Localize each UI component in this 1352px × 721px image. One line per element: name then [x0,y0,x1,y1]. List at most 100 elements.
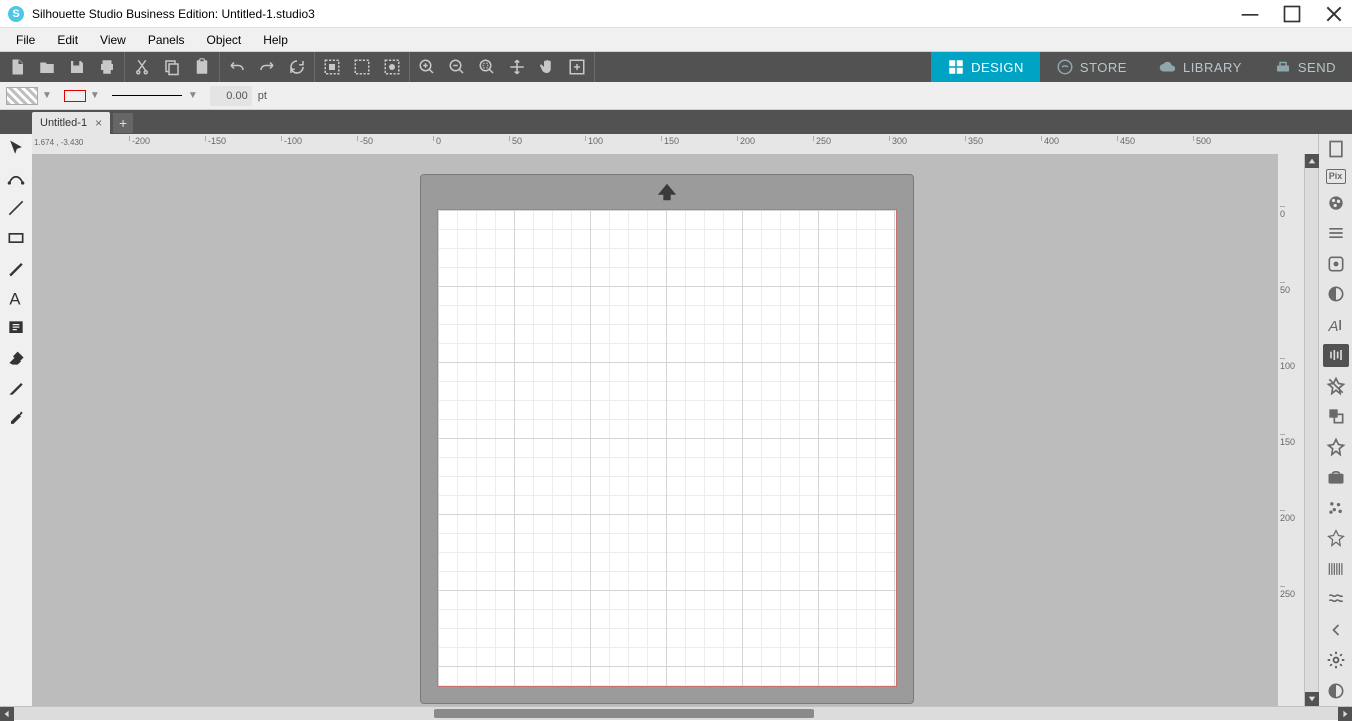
fit-page-button[interactable] [566,56,588,78]
sketch-panel-button[interactable] [1323,527,1349,550]
cut-button[interactable] [131,56,153,78]
line-style-panel-button[interactable] [1323,222,1349,245]
note-tool[interactable] [4,316,28,340]
window-title: Silhouette Studio Business Edition: Unti… [32,7,1240,21]
theme-button[interactable] [1323,680,1349,703]
print-button[interactable] [96,56,118,78]
edit-points-tool[interactable] [4,166,28,190]
close-tab-icon[interactable]: × [95,116,102,130]
minimize-button[interactable] [1240,4,1260,24]
menu-view[interactable]: View [90,31,136,49]
menu-help[interactable]: Help [253,31,298,49]
main-toolbar: DESIGN STORE LIBRARY SEND [0,52,1352,82]
dropdown-icon[interactable]: ▼ [188,90,198,101]
mat-feed-arrow-icon [656,183,678,206]
scroll-up-button[interactable] [1305,154,1319,168]
zoom-selection-button[interactable] [476,56,498,78]
stroke-weight-input[interactable] [210,86,252,106]
barcode-panel-button[interactable] [1323,558,1349,581]
fill-swatch[interactable] [6,87,38,105]
cutting-mat [420,174,914,704]
vertical-scrollbar[interactable] [1304,154,1318,706]
nav-tab-store[interactable]: STORE [1040,52,1143,82]
center-view-button[interactable] [381,56,403,78]
preferences-button[interactable] [1323,649,1349,672]
offset-panel-button[interactable] [1323,375,1349,398]
nav-tab-library[interactable]: LIBRARY [1143,52,1258,82]
grid-icon [947,58,965,76]
dropdown-icon[interactable]: ▼ [90,90,100,101]
text-tool[interactable]: A [4,286,28,310]
undo-button[interactable] [226,56,248,78]
document-tab-label: Untitled-1 [40,117,87,129]
zoom-in-button[interactable] [416,56,438,78]
text-style-panel-button[interactable]: A [1323,314,1349,337]
deselect-button[interactable] [351,56,373,78]
pan-button[interactable] [536,56,558,78]
line-color-swatch[interactable] [64,90,86,102]
open-file-button[interactable] [36,56,58,78]
copy-button[interactable] [161,56,183,78]
eraser-tool[interactable] [4,346,28,370]
stipple-panel-button[interactable] [1323,497,1349,520]
chevron-left-icon[interactable] [1323,619,1349,642]
nesting-panel-button[interactable] [1323,466,1349,489]
horizontal-scrollbar[interactable] [0,706,1352,720]
vertical-ruler: 050100150200250 [1278,154,1304,706]
page-setup-panel-button[interactable] [1323,138,1349,161]
maximize-button[interactable] [1282,4,1302,24]
line-tool[interactable] [4,196,28,220]
nav-tab-label: STORE [1080,60,1127,75]
canvas[interactable] [32,154,1278,706]
menu-file[interactable]: File [6,31,45,49]
nav-tab-label: DESIGN [971,60,1024,75]
zoom-drag-button[interactable] [506,56,528,78]
rectangle-tool[interactable] [4,226,28,250]
pixscan-panel-button[interactable]: Pix [1326,169,1346,184]
dropdown-icon[interactable]: ▼ [42,90,52,101]
stroke-unit-label: pt [258,90,267,102]
fill-panel-button[interactable] [1323,192,1349,215]
modify-panel-button[interactable] [1323,405,1349,428]
menu-bar: File Edit View Panels Object Help [0,28,1352,52]
select-tool[interactable] [4,136,28,160]
scroll-right-button[interactable] [1338,707,1352,721]
scroll-down-button[interactable] [1305,692,1319,706]
select-all-button[interactable] [321,56,343,78]
cloud-icon [1159,58,1177,76]
title-bar: S Silhouette Studio Business Edition: Un… [0,0,1352,28]
menu-object[interactable]: Object [197,31,252,49]
design-page[interactable] [437,209,897,687]
paste-button[interactable] [191,56,213,78]
nav-tab-send[interactable]: SEND [1258,52,1352,82]
freehand-tool[interactable] [4,256,28,280]
svg-text:A: A [1327,318,1338,335]
add-tab-button[interactable]: + [113,113,133,133]
nav-tab-design[interactable]: DESIGN [931,52,1040,82]
zoom-out-button[interactable] [446,56,468,78]
left-toolbox: A [0,134,32,706]
save-button[interactable] [66,56,88,78]
nav-tab-label: SEND [1298,60,1336,75]
document-tab[interactable]: Untitled-1 × [32,112,110,134]
new-file-button[interactable] [6,56,28,78]
scrollbar-thumb[interactable] [434,709,814,718]
trace-panel-button[interactable] [1323,253,1349,276]
scroll-left-button[interactable] [0,707,14,721]
menu-edit[interactable]: Edit [47,31,88,49]
transform-panel-button[interactable] [1323,344,1349,367]
knife-tool[interactable] [4,376,28,400]
close-button[interactable] [1324,4,1344,24]
menu-panels[interactable]: Panels [138,31,195,49]
nav-tab-label: LIBRARY [1183,60,1242,75]
rhinestone-panel-button[interactable] [1323,436,1349,459]
properties-toolbar: ▼ ▼ ▼ pt [0,82,1352,110]
document-tab-strip: Untitled-1 × + [0,110,1352,134]
eyedropper-tool[interactable] [4,406,28,430]
refresh-button[interactable] [286,56,308,78]
redo-button[interactable] [256,56,278,78]
emboss-panel-button[interactable] [1323,588,1349,611]
line-style-sample[interactable] [112,95,182,96]
horizontal-ruler: 1.674 , -3.430 -200-150-100-500501001502… [32,134,1318,154]
image-effects-panel-button[interactable] [1323,283,1349,306]
